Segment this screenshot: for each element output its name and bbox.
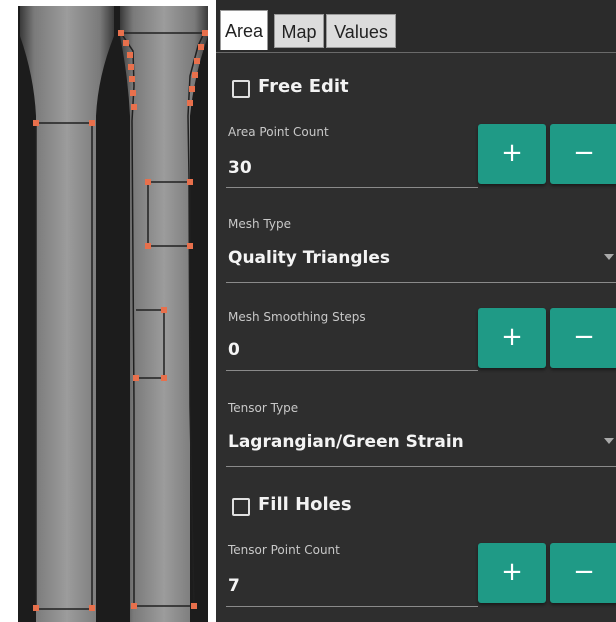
mesh-type-label: Mesh Type bbox=[228, 217, 291, 231]
area-point-count-label: Area Point Count bbox=[228, 125, 329, 139]
area-point-count-row: Area Point Count 30 + − bbox=[216, 120, 616, 192]
tensor-type-underline bbox=[226, 466, 616, 467]
mesh-type-select[interactable]: Quality Triangles bbox=[228, 248, 390, 268]
mesh-type-row[interactable]: Mesh Type Quality Triangles bbox=[216, 212, 616, 286]
mesh-smoothing-steps-minus-button[interactable]: − bbox=[550, 308, 616, 368]
area-point-count-input[interactable]: 30 bbox=[228, 158, 252, 178]
free-edit-checkbox[interactable] bbox=[232, 80, 250, 98]
tensor-point-count-input[interactable]: 7 bbox=[228, 576, 240, 596]
tensor-point-count-row: Tensor Point Count 7 + − bbox=[216, 538, 616, 610]
mesh-smoothing-steps-plus-button[interactable]: + bbox=[478, 308, 546, 368]
area-point-count-minus-button[interactable]: − bbox=[550, 124, 616, 184]
free-edit-row[interactable]: Free Edit bbox=[216, 72, 616, 112]
settings-panel: Area Map Values Free Edit Area Point Cou… bbox=[216, 0, 616, 622]
tensor-point-count-underline bbox=[226, 606, 478, 607]
tensor-type-label: Tensor Type bbox=[228, 401, 299, 415]
mesh-smoothing-steps-underline bbox=[226, 370, 478, 371]
free-edit-label: Free Edit bbox=[258, 76, 349, 97]
tensor-point-count-minus-button[interactable]: − bbox=[550, 543, 616, 603]
tab-bar: Area Map Values bbox=[216, 0, 616, 53]
tab-values[interactable]: Values bbox=[326, 14, 396, 48]
mesh-type-chevron-down-icon[interactable] bbox=[604, 254, 614, 260]
tensor-type-row[interactable]: Tensor Type Lagrangian/Green Strain bbox=[216, 396, 616, 470]
mesh-smoothing-steps-label: Mesh Smoothing Steps bbox=[228, 310, 366, 324]
tensor-point-count-plus-button[interactable]: + bbox=[478, 543, 546, 603]
specimen-image[interactable] bbox=[18, 6, 208, 622]
tensor-type-select[interactable]: Lagrangian/Green Strain bbox=[228, 432, 464, 452]
tab-map[interactable]: Map bbox=[274, 14, 324, 48]
fill-holes-row[interactable]: Fill Holes bbox=[216, 490, 616, 530]
specimen-image-viewer[interactable] bbox=[18, 6, 208, 622]
tensor-type-chevron-down-icon[interactable] bbox=[604, 438, 614, 444]
mesh-smoothing-steps-row: Mesh Smoothing Steps 0 + − bbox=[216, 302, 616, 374]
fill-holes-checkbox[interactable] bbox=[232, 498, 250, 516]
tab-area[interactable]: Area bbox=[220, 10, 268, 50]
area-point-count-plus-button[interactable]: + bbox=[478, 124, 546, 184]
area-point-count-underline bbox=[226, 187, 478, 188]
mesh-smoothing-steps-input[interactable]: 0 bbox=[228, 340, 240, 360]
fill-holes-label: Fill Holes bbox=[258, 494, 352, 515]
mesh-type-underline bbox=[226, 282, 616, 283]
tensor-point-count-label: Tensor Point Count bbox=[228, 543, 340, 557]
